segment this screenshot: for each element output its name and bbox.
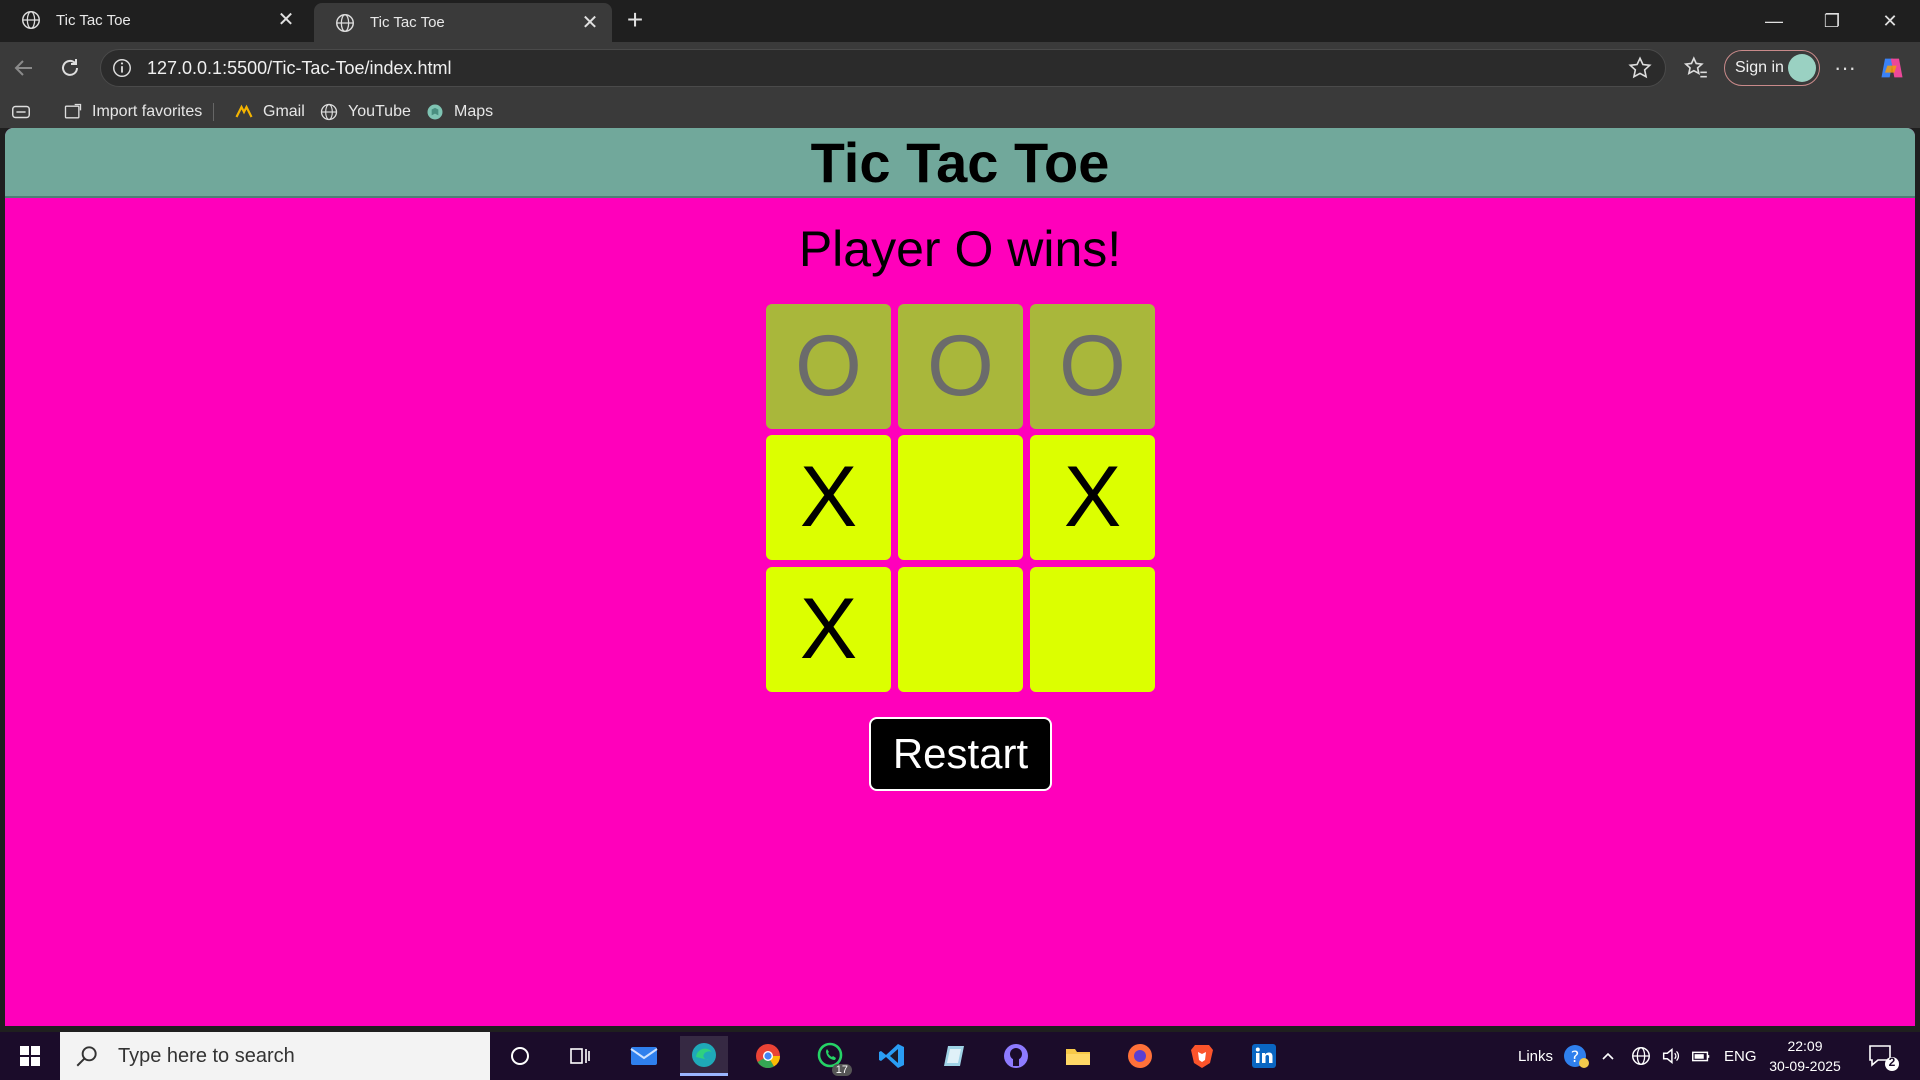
notification-count: 2 [1888,1055,1896,1069]
favorites-bar: Import favorites Gmail YouTube Maps [0,94,1920,128]
refresh-icon[interactable] [54,52,86,84]
tab-title: Tic Tac Toe [56,11,131,29]
restore-icon[interactable]: ❐ [1803,0,1861,42]
page-header: Tic Tac Toe [5,128,1915,198]
gmail-icon [233,101,255,123]
network-globe-icon[interactable] [1630,1032,1652,1080]
brave-icon[interactable] [1178,1036,1226,1076]
page-title: Tic Tac Toe [810,130,1110,194]
globe-icon [336,13,354,32]
whatsapp-icon[interactable]: 17 [806,1036,854,1076]
linkedin-icon[interactable] [1240,1036,1288,1076]
notes-app-icon[interactable] [930,1036,978,1076]
tab-strip: Tic Tac Toe ✕ Tic Tac Toe ✕ + — ❐ ✕ [0,0,1920,42]
help-icon[interactable]: ? [1562,1032,1590,1080]
github-icon[interactable] [992,1036,1040,1076]
search-icon [76,1046,97,1067]
new-tab-icon[interactable]: + [620,6,650,36]
globe-icon [22,11,40,29]
windows-start-icon[interactable] [10,1040,50,1072]
show-hidden-icons-icon[interactable] [1600,1032,1616,1080]
board-cell[interactable]: O [898,304,1023,429]
whatsapp-badge: 17 [831,1064,852,1076]
taskbar-clock[interactable]: 22:09 30-09-2025 [1760,1036,1850,1076]
minimize-icon[interactable]: — [1745,0,1803,42]
favorite-star-icon[interactable] [1627,55,1653,81]
language-label: ENG [1724,1047,1757,1065]
close-window-icon[interactable]: ✕ [1861,0,1919,42]
mail-icon[interactable] [620,1036,668,1076]
task-view-icon[interactable] [556,1036,604,1076]
favorite-maps[interactable]: Maps [424,100,493,124]
favorites-divider [213,103,214,121]
favorite-youtube[interactable]: YouTube [318,100,411,124]
sign-in-button[interactable]: Sign in [1724,50,1820,86]
close-tab-icon[interactable]: ✕ [276,10,296,30]
info-icon[interactable] [111,57,133,79]
svg-text:?: ? [1571,1047,1580,1066]
close-tab-icon[interactable]: ✕ [580,13,600,33]
board-cell[interactable] [898,567,1023,692]
volume-icon[interactable] [1660,1032,1682,1080]
game-status: Player O wins! [798,221,1122,277]
board-cell[interactable]: X [766,435,891,560]
language-indicator[interactable]: ENG [1724,1032,1757,1080]
clock-date: 30-09-2025 [1769,1058,1841,1074]
more-options-icon[interactable]: ··· [1829,52,1861,84]
links-label: Links [1518,1047,1554,1065]
tab-title: Tic Tac Toe [370,14,445,31]
favorites-icon[interactable] [1680,52,1712,84]
clock-time: 22:09 [1787,1038,1823,1054]
edge-icon[interactable] [680,1036,728,1076]
board-cell[interactable]: X [1030,435,1155,560]
board-cell[interactable] [1030,567,1155,692]
cortana-icon[interactable] [496,1036,544,1076]
board-cell[interactable]: X [766,567,891,692]
favorite-label: Gmail [263,103,305,120]
restart-button[interactable]: Restart [869,717,1052,791]
taskbar: Type here to search 17 Links ? ENG 22:09… [0,1032,1920,1080]
sign-in-label: Sign in [1735,59,1784,76]
battery-icon[interactable] [1690,1032,1712,1080]
maps-icon [424,101,446,123]
avatar [1788,54,1816,82]
address-bar[interactable]: 127.0.0.1:5500/Tic-Tac-Toe/index.html [100,49,1666,87]
board-cell[interactable]: O [766,304,891,429]
back-icon[interactable] [8,52,40,84]
tab-1[interactable]: Tic Tac Toe ✕ [0,0,308,40]
copilot-icon[interactable] [1876,52,1908,84]
favorite-label: Import favorites [92,103,203,120]
page-viewport: Tic Tac Toe Player O wins! O O O X X X R… [5,128,1915,1026]
links-toolbar[interactable]: Links [1518,1032,1553,1080]
globe-icon [318,101,340,123]
file-explorer-icon[interactable] [1054,1036,1102,1076]
favorite-import[interactable]: Import favorites [62,100,202,124]
chrome-icon[interactable] [744,1036,792,1076]
taskbar-search[interactable]: Type here to search [60,1032,490,1080]
tab-2-active[interactable]: Tic Tac Toe ✕ [314,3,612,42]
import-icon [62,101,84,123]
tab-actions-icon[interactable] [10,100,32,124]
board-cell[interactable]: O [1030,304,1155,429]
notifications-icon[interactable]: 2 [1866,1042,1900,1072]
game-board: O O O X X X [766,304,1158,698]
favorite-label: YouTube [348,103,411,120]
url-text: 127.0.0.1:5500/Tic-Tac-Toe/index.html [147,57,452,78]
search-placeholder: Type here to search [118,1044,295,1067]
board-cell[interactable] [898,435,1023,560]
favorite-label: Maps [454,103,494,120]
vscode-icon[interactable] [868,1036,916,1076]
favorite-gmail[interactable]: Gmail [233,100,305,124]
browser-toolbar: 127.0.0.1:5500/Tic-Tac-Toe/index.html Si… [0,42,1920,94]
firefox-icon[interactable] [1116,1036,1164,1076]
